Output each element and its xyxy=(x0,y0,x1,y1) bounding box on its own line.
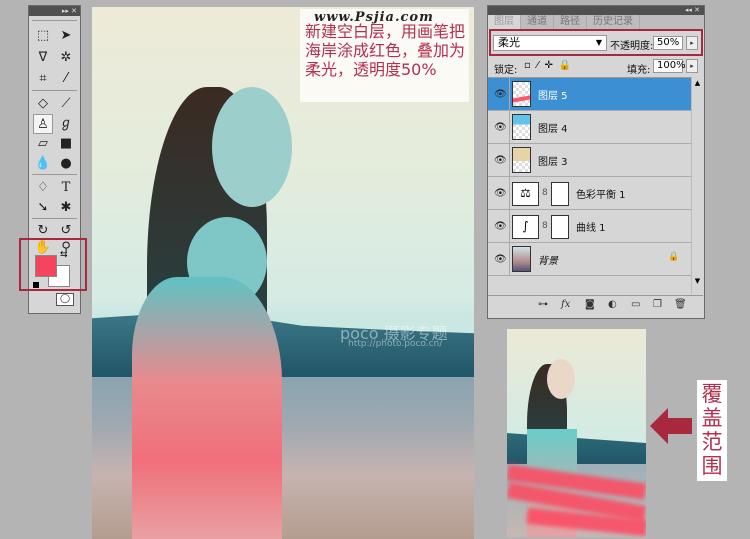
layer-name: 图层 4 xyxy=(538,124,568,135)
eye-icon[interactable]: 👁 xyxy=(494,122,507,133)
tab-paths[interactable]: 路径 xyxy=(554,15,587,29)
eraser-icon[interactable]: ▱ xyxy=(33,134,53,154)
layer-row[interactable]: 👁 图层 3 xyxy=(488,144,691,177)
path-select-icon[interactable]: ➘ xyxy=(33,198,53,218)
coverage-preview-photo xyxy=(507,329,646,537)
brush-tool-icon[interactable]: ⟋ xyxy=(56,94,76,114)
layer-row[interactable]: 👁 图层 5 xyxy=(488,78,691,111)
layer-mask-thumbnail[interactable] xyxy=(551,215,569,239)
layer-thumbnail xyxy=(512,147,531,173)
new-group-icon[interactable]: ▭ xyxy=(631,299,640,310)
new-layer-icon[interactable]: ❐ xyxy=(653,299,662,310)
layer-thumbnail xyxy=(512,246,531,272)
layer-mask-thumbnail[interactable] xyxy=(551,182,569,206)
color-balance-icon: ⚖ xyxy=(512,182,539,206)
coverage-label: 覆盖范围 xyxy=(697,380,727,481)
panel-header[interactable]: ▸▸ ✕ xyxy=(29,6,80,16)
layers-scrollbar[interactable]: ▲ ▼ xyxy=(691,77,703,294)
fill-slider-button[interactable]: ▸ xyxy=(686,59,698,73)
layer-row[interactable]: 👁 ⚖ 8 色彩平衡 1 xyxy=(488,177,691,210)
layer-name: 图层 3 xyxy=(538,157,568,168)
tab-history[interactable]: 历史记录 xyxy=(587,15,640,29)
layer-name: 背景 xyxy=(538,256,558,267)
layers-bottom-bar: ⊶ fx ◙ ◐ ▭ ❐ 🗑 xyxy=(488,295,703,315)
eyedropper-icon[interactable]: ⁄ xyxy=(56,69,76,89)
lock-icon: 🔒 xyxy=(668,252,680,262)
trash-icon[interactable]: 🗑 xyxy=(674,299,687,310)
arrow-left-icon xyxy=(650,408,692,444)
add-mask-icon[interactable]: ◙ xyxy=(585,299,595,310)
eye-icon[interactable]: 👁 xyxy=(494,188,507,199)
layer-name: 曲线 1 xyxy=(576,223,606,234)
layers-list: 👁 图层 5 👁 图层 4 👁 图层 3 👁 ⚖ 8 色彩平衡 1 👁 ∫ 8 … xyxy=(488,77,691,294)
link-layers-icon[interactable]: ⊶ xyxy=(538,299,548,310)
healing-brush-icon[interactable]: ◇ xyxy=(33,94,53,114)
magic-wand-icon[interactable]: ✲ xyxy=(56,48,76,68)
layer-thumbnail xyxy=(512,81,531,107)
marquee-tool-icon[interactable]: ⬚ xyxy=(33,26,53,46)
curves-icon: ∫ xyxy=(512,215,539,239)
highlight-box xyxy=(489,29,703,56)
blur-tool-icon[interactable]: 💧 xyxy=(33,154,53,174)
link-icon: 8 xyxy=(542,188,548,198)
quick-mask-icon[interactable]: ◯ xyxy=(56,293,74,306)
crop-tool-icon[interactable]: ⌗ xyxy=(33,69,53,89)
layer-row[interactable]: 👁 ∫ 8 曲线 1 xyxy=(488,210,691,243)
type-tool-icon[interactable]: T xyxy=(56,178,76,198)
dodge-tool-icon[interactable]: ● xyxy=(56,154,76,174)
panel-header[interactable]: ◂◂ ✕ xyxy=(488,6,704,15)
adjustment-layer-icon[interactable]: ◐ xyxy=(608,299,617,310)
tab-channels[interactable]: 通道 xyxy=(521,15,554,29)
eye-icon[interactable]: 👁 xyxy=(494,155,507,166)
lasso-tool-icon[interactable]: ᐁ xyxy=(33,48,53,68)
layer-name: 图层 5 xyxy=(538,91,568,102)
link-icon: 8 xyxy=(542,221,548,231)
gradient-icon[interactable]: ■ xyxy=(56,134,76,154)
fx-icon[interactable]: fx xyxy=(561,299,570,310)
watermark-url: http://photo.poco.cn/ xyxy=(348,339,443,349)
layer-row[interactable]: 👁 图层 4 xyxy=(488,111,691,144)
eye-icon[interactable]: 👁 xyxy=(494,89,507,100)
lock-label: 锁定: xyxy=(494,65,518,76)
fill-input[interactable]: 100% xyxy=(653,59,686,73)
custom-shape-icon[interactable]: ✱ xyxy=(56,198,76,218)
tab-layers[interactable]: 图层 xyxy=(488,15,521,29)
layer-row[interactable]: 👁 背景 🔒 xyxy=(488,243,691,276)
history-brush-icon[interactable]: ℊ xyxy=(56,114,76,134)
eye-icon[interactable]: 👁 xyxy=(494,221,507,232)
pen-tool-icon[interactable]: ♢ xyxy=(33,178,53,198)
lock-icons[interactable]: ▫⁄✛🔒 xyxy=(524,60,577,71)
caption-text: 新建空白层，用画笔把海岸涂成红色，叠加为柔光，透明度50% xyxy=(305,22,466,79)
layer-thumbnail xyxy=(512,114,531,140)
eye-icon[interactable]: 👁 xyxy=(494,254,507,265)
layer-name: 色彩平衡 1 xyxy=(576,190,626,201)
clone-stamp-icon[interactable]: ♙ xyxy=(33,114,53,134)
fill-label: 填充: xyxy=(627,65,651,76)
move-tool-icon[interactable]: ➤ xyxy=(56,26,76,46)
highlight-box xyxy=(19,238,87,291)
